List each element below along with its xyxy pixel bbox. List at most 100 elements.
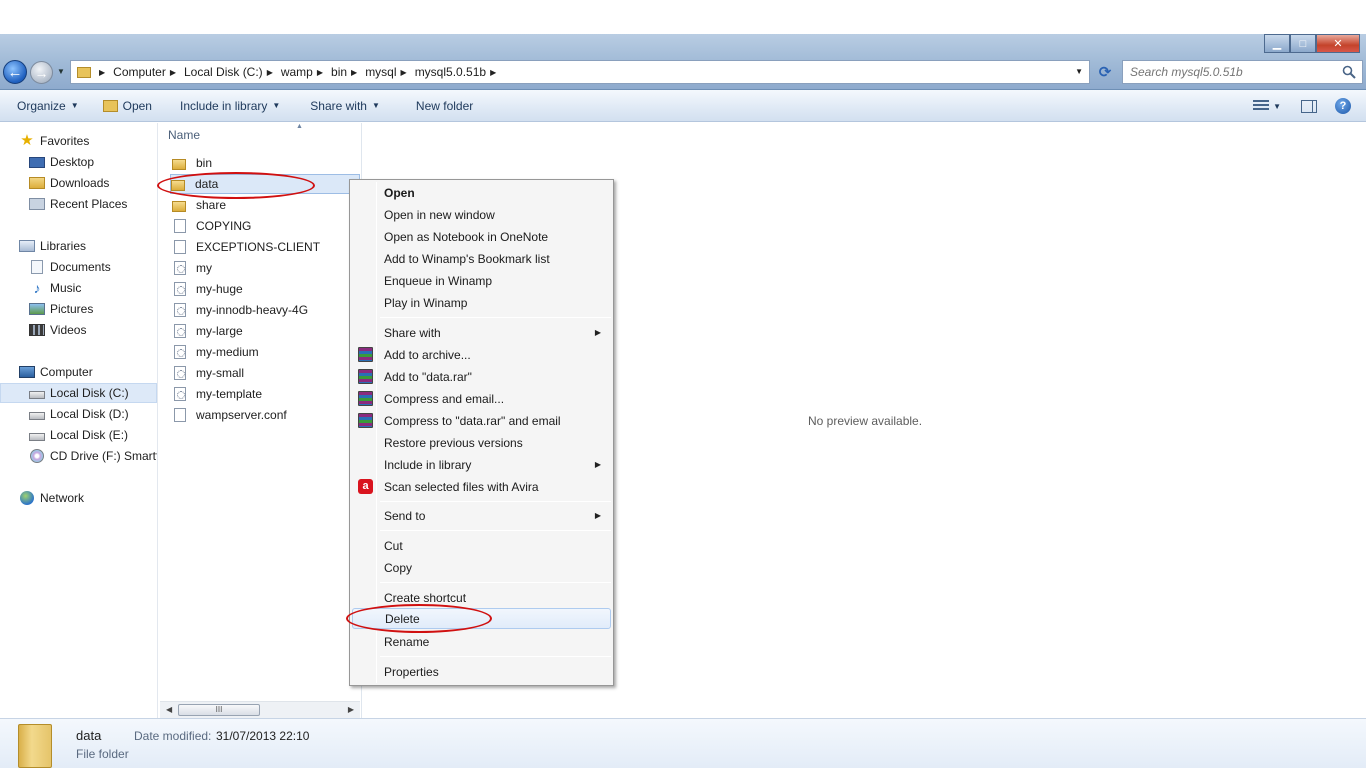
views-dropdown-icon[interactable]: ▼ [1273,102,1281,111]
file-row[interactable]: COPYING [172,216,362,236]
scroll-left-icon[interactable]: ◀ [166,705,172,714]
file-row[interactable]: my [172,258,362,278]
menu-item-scan-avira[interactable]: a Scan selected files with Avira [352,476,611,497]
nav-local-disk-c-label: Local Disk (C:) [50,386,129,400]
nav-music[interactable]: ♪ Music [0,278,157,298]
help-icon[interactable]: ? [1335,98,1351,114]
file-row[interactable]: my-innodb-heavy-4G [172,300,362,320]
nav-local-disk-c[interactable]: Local Disk (C:) [0,383,157,403]
breadcrumb-computer[interactable]: Computer [113,65,166,79]
menu-item-open-onenote[interactable]: Open as Notebook in OneNote [352,226,611,247]
folder-icon [172,158,186,170]
search-input[interactable] [1130,65,1330,79]
file-row[interactable]: wampserver.conf [172,405,362,425]
menu-item-open-new-window[interactable]: Open in new window [352,204,611,225]
nav-favorites[interactable]: ★ Favorites [0,131,157,151]
menu-item-send-to[interactable]: Send to ▶ [352,505,611,526]
breadcrumb-mysql5051b[interactable]: mysql5.0.51b [415,65,486,79]
menu-item-winamp-bookmark[interactable]: Add to Winamp's Bookmark list [352,248,611,269]
breadcrumb-chevron-icon[interactable]: ▶ [317,68,323,77]
breadcrumb-chevron-icon[interactable]: ▶ [170,68,176,77]
menu-item-share-with[interactable]: Share with ▶ [352,322,611,343]
search-icon[interactable] [1342,65,1356,79]
breadcrumb-chevron-icon[interactable]: ▶ [401,68,407,77]
window-title-bar: ▁ □ ✕ ← → ▼ ▶ Computer ▶ Local Disk (C:)… [0,34,1366,90]
breadcrumb-chevron-icon[interactable]: ▶ [267,68,273,77]
change-view-icon[interactable] [1253,100,1270,112]
menu-item-include-in-library[interactable]: Include in library ▶ [352,454,611,475]
nav-computer[interactable]: Computer [0,362,157,382]
file-row[interactable]: my-large [172,321,362,341]
file-row[interactable]: share [172,195,362,215]
config-file-icon [174,387,186,401]
file-row[interactable]: my-huge [172,279,362,299]
nav-documents[interactable]: Documents [0,257,157,277]
refresh-button[interactable]: ⟳ [1094,60,1116,84]
horizontal-scrollbar[interactable]: ◀ III ▶ [160,701,360,718]
minimize-button[interactable]: ▁ [1264,34,1290,53]
menu-item-add-to-archive[interactable]: Add to archive... [352,344,611,365]
new-folder-label: New folder [415,98,474,113]
file-list: Name ▲ bin data share COPYING EXCEPTIONS… [158,123,362,718]
preview-pane-toggle-icon[interactable] [1301,99,1317,113]
nav-downloads[interactable]: Downloads [0,173,157,193]
nav-videos[interactable]: Videos [0,320,157,340]
file-row[interactable]: bin [172,153,362,173]
file-row[interactable]: my-template [172,384,362,404]
breadcrumb-mysql[interactable]: mysql [365,65,396,79]
menu-item-open-onenote-label: Open as Notebook in OneNote [384,229,549,244]
breadcrumb-bin[interactable]: bin [331,65,347,79]
nav-network[interactable]: Network [0,488,157,508]
nav-libraries[interactable]: Libraries [0,236,157,256]
menu-item-compress-email[interactable]: Compress and email... [352,388,611,409]
menu-item-enqueue-winamp[interactable]: Enqueue in Winamp [352,270,611,291]
local-disk-icon [29,432,45,441]
share-with-button[interactable]: Share with ▼ [288,90,388,122]
nav-desktop[interactable]: Desktop [0,152,157,172]
column-header-name[interactable]: Name [168,128,200,142]
open-button[interactable]: Open [87,90,160,122]
scrollbar-thumb[interactable]: III [178,704,260,716]
breadcrumb-chevron-icon[interactable]: ▶ [490,68,496,77]
breadcrumb-wamp[interactable]: wamp [281,65,313,79]
file-row[interactable]: my-medium [172,342,362,362]
menu-item-properties[interactable]: Properties [352,661,611,682]
menu-item-restore-versions[interactable]: Restore previous versions [352,432,611,453]
menu-item-copy[interactable]: Copy [352,557,611,578]
menu-item-add-to-rar[interactable]: Add to "data.rar" [352,366,611,387]
breadcrumb-chevron-icon[interactable]: ▶ [99,68,105,77]
menu-item-delete[interactable]: Delete [352,608,611,629]
file-row[interactable]: my-small [172,363,362,383]
menu-item-open[interactable]: Open [352,182,611,203]
address-bar[interactable]: ▶ Computer ▶ Local Disk (C:) ▶ wamp ▶ bi… [70,60,1090,84]
nav-recent-places[interactable]: Recent Places [0,194,157,214]
nav-local-disk-e[interactable]: Local Disk (E:) [0,425,157,445]
close-button[interactable]: ✕ [1316,34,1360,53]
breadcrumb-local-disk-c[interactable]: Local Disk (C:) [184,65,263,79]
address-history-dropdown-icon[interactable]: ▼ [1075,67,1083,76]
maximize-button[interactable]: □ [1290,34,1316,53]
file-row[interactable]: EXCEPTIONS-CLIENT [172,237,362,257]
scroll-right-icon[interactable]: ▶ [348,705,354,714]
breadcrumb-chevron-icon[interactable]: ▶ [351,68,357,77]
menu-item-cut[interactable]: Cut [352,535,611,556]
search-box[interactable] [1122,60,1363,84]
menu-item-rename[interactable]: Rename [352,631,611,652]
new-folder-button[interactable]: New folder [388,90,481,122]
recent-pages-dropdown[interactable]: ▼ [57,67,65,76]
include-in-library-button[interactable]: Include in library ▼ [160,90,288,122]
context-menu: Open Open in new window Open as Notebook… [349,179,614,686]
nav-cd-drive[interactable]: CD Drive (F:) Smartfi [0,446,157,466]
forward-button[interactable]: → [30,61,53,84]
file-row-selected[interactable]: data [170,174,360,194]
back-button[interactable]: ← [3,60,27,84]
menu-item-create-shortcut[interactable]: Create shortcut [352,587,611,608]
organize-button[interactable]: Organize ▼ [0,90,87,122]
menu-item-compress-rar-email-label: Compress to "data.rar" and email [384,413,561,428]
nav-pictures[interactable]: Pictures [0,299,157,319]
details-item-name: data [76,728,102,743]
menu-item-play-winamp[interactable]: Play in Winamp [352,292,611,313]
menu-item-compress-rar-email[interactable]: Compress to "data.rar" and email [352,410,611,431]
nav-local-disk-d[interactable]: Local Disk (D:) [0,404,157,424]
menu-separator [380,530,611,531]
